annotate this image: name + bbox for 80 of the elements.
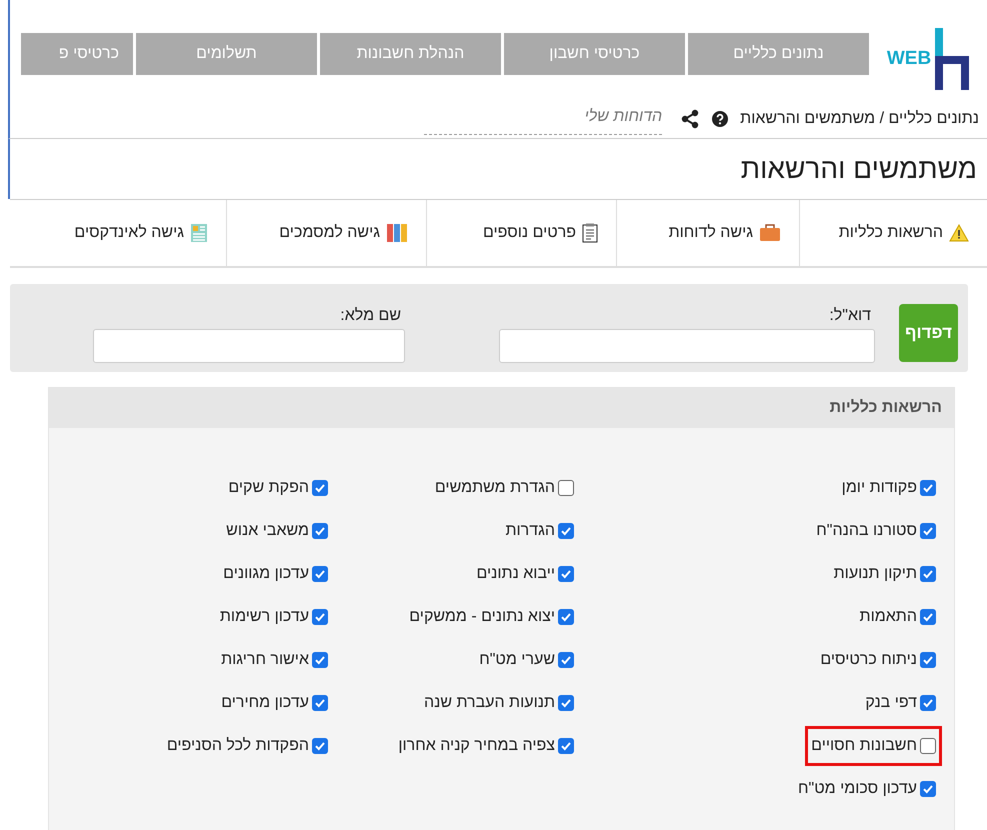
checkmark-icon xyxy=(922,568,934,580)
checkmark-icon xyxy=(314,654,326,666)
checkbox[interactable] xyxy=(312,695,328,711)
field-label: שם מלא: xyxy=(339,307,402,325)
checkbox[interactable] xyxy=(312,480,328,496)
checkmark-icon xyxy=(922,611,934,623)
permission-option[interactable]: שערי מט"ח xyxy=(473,644,580,676)
checkbox[interactable] xyxy=(920,566,936,582)
checkmark-icon xyxy=(922,783,934,795)
checkbox[interactable] xyxy=(312,609,328,625)
permission-option[interactable]: תיקון תנועות xyxy=(828,558,942,590)
field-label: דוא"ל: xyxy=(828,307,872,325)
checkmark-icon xyxy=(560,697,572,709)
share-icon[interactable] xyxy=(680,109,700,129)
permission-option[interactable]: הגדרת משתמשים xyxy=(428,472,580,504)
permission-option[interactable]: ניתוח כרטיסים xyxy=(814,644,942,676)
checkmark-icon xyxy=(922,525,934,537)
permission-option[interactable]: עדכון מגוונים xyxy=(217,558,334,590)
checkmark-icon xyxy=(560,611,572,623)
checkbox[interactable] xyxy=(920,523,936,539)
h-logo-icon xyxy=(935,28,970,90)
breadcrumb: נתונים כלליים / משתמשים והרשאות xyxy=(740,110,979,128)
permission-option[interactable]: דפי בנק xyxy=(859,687,942,719)
checkmark-icon xyxy=(922,654,934,666)
permission-option[interactable]: יצוא נתונים - ממשקים xyxy=(403,601,580,633)
checkmark-icon xyxy=(314,740,326,752)
checkmark-icon xyxy=(560,740,572,752)
permission-option[interactable]: עדכון מחירים xyxy=(215,687,334,719)
panel-title: הרשאות כלליות xyxy=(830,399,942,417)
checkbox[interactable] xyxy=(558,523,574,539)
checkmark-icon xyxy=(314,611,326,623)
full-name-field[interactable] xyxy=(93,329,406,363)
checkmark-icon xyxy=(560,654,572,666)
checkbox[interactable] xyxy=(312,738,328,754)
permission-option[interactable]: הפקת שקים xyxy=(222,472,334,504)
checkbox[interactable] xyxy=(920,695,936,711)
permission-option[interactable]: צפיה במחיר קניה אחרון xyxy=(392,730,580,762)
document-icon xyxy=(190,223,208,243)
permission-option[interactable]: ייבוא נתונים xyxy=(470,558,580,590)
checkbox[interactable] xyxy=(920,480,936,496)
checkbox[interactable] xyxy=(312,523,328,539)
checkmark-icon xyxy=(922,482,934,494)
briefcase-icon xyxy=(759,224,781,242)
clipboard-icon xyxy=(582,223,598,243)
permission-option[interactable]: הפקדות לכל הסניפים xyxy=(160,730,334,762)
checkbox[interactable] xyxy=(920,652,936,668)
email-field[interactable] xyxy=(499,329,876,363)
checkbox[interactable] xyxy=(558,609,574,625)
permission-option[interactable]: הגדרות xyxy=(499,515,580,547)
checkbox[interactable] xyxy=(920,781,936,797)
checkbox[interactable] xyxy=(920,609,936,625)
warning-icon xyxy=(949,224,969,242)
permission-option[interactable]: עדכון רשימות xyxy=(214,601,334,633)
checkmark-icon xyxy=(922,697,934,709)
checkmark-icon xyxy=(314,482,326,494)
permission-option[interactable]: התאמות xyxy=(854,601,942,633)
checkbox[interactable] xyxy=(558,480,574,496)
checkmark-icon xyxy=(314,697,326,709)
checkbox[interactable] xyxy=(558,566,574,582)
checkbox[interactable] xyxy=(558,738,574,754)
my-reports-link[interactable]: הדוחות שלי xyxy=(424,104,662,134)
checkbox[interactable] xyxy=(558,652,574,668)
permission-option[interactable]: סטורנו בהנה"ח xyxy=(810,515,942,547)
highlighted-option[interactable]: חשבונות חסויים xyxy=(805,726,942,766)
permission-option[interactable]: עדכון סכומי מט"ח xyxy=(792,773,942,805)
checkmark-icon xyxy=(560,568,572,580)
permission-option[interactable]: פקודות יומן xyxy=(836,472,942,504)
permission-option[interactable]: תנועות העברת שנה xyxy=(418,687,580,719)
binders-icon xyxy=(386,223,408,243)
permission-option[interactable]: משאבי אנוש xyxy=(220,515,334,547)
checkmark-icon xyxy=(560,525,572,537)
checkbox[interactable] xyxy=(312,566,328,582)
checkmark-icon xyxy=(314,568,326,580)
checkbox[interactable] xyxy=(312,652,328,668)
logo-text: WEB xyxy=(886,48,932,70)
checkbox[interactable] xyxy=(920,738,936,754)
permission-option[interactable]: אישור חריגות xyxy=(215,644,334,676)
checkbox[interactable] xyxy=(558,695,574,711)
help-icon[interactable] xyxy=(712,111,728,127)
checkmark-icon xyxy=(314,525,326,537)
